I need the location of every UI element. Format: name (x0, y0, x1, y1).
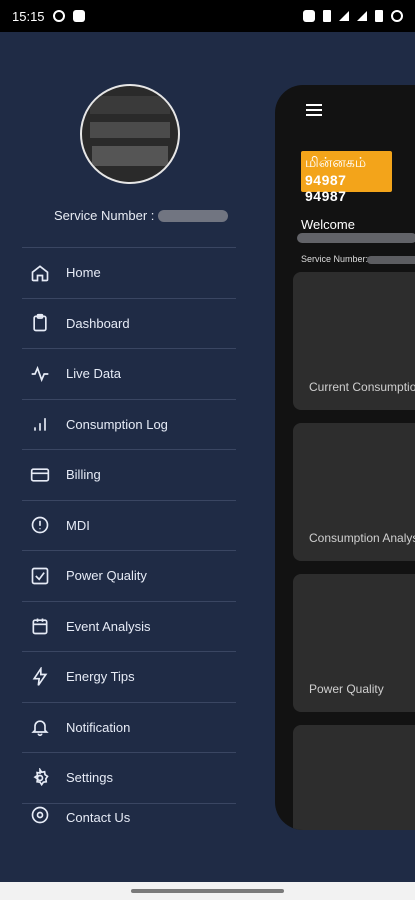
menu-label: Settings (66, 770, 113, 786)
menu-item-mdi[interactable]: MDI (22, 499, 236, 551)
wifi-icon (339, 11, 349, 21)
service-number-redacted-small (367, 256, 415, 264)
menu-label: Energy Tips (66, 669, 135, 685)
menu-icon[interactable] (305, 103, 322, 116)
menu-label: Home (66, 265, 101, 281)
gear-icon (24, 767, 56, 788)
menu-label: Power Quality (66, 568, 147, 584)
user-name-redacted (297, 233, 415, 243)
card-current-consumption[interactable]: Current Consumption (293, 272, 415, 410)
vibrate-icon (323, 10, 331, 22)
image-notification-icon (72, 10, 85, 22)
menu-item-contact-us[interactable]: Contact Us (22, 802, 236, 825)
card-label: Current Consumption (309, 380, 415, 394)
home-icon (24, 263, 56, 283)
battery-icon (375, 10, 383, 22)
clipboard-icon (24, 313, 56, 333)
menu-item-notification[interactable]: Notification (22, 701, 236, 753)
drawer-menu: Home Dashboard Live Data Consumption Log (22, 247, 236, 825)
navigation-drawer: Service Number : Home Dashboard Live Dat… (0, 32, 275, 890)
check-square-icon (24, 566, 56, 586)
menu-item-power-quality[interactable]: Power Quality (22, 550, 236, 601)
brand-logo: மின்னகம் 94987 94987 (301, 151, 392, 204)
card-consumption-analysis[interactable]: Consumption Analysis (293, 423, 415, 561)
main-panel: மின்னகம் 94987 94987 Welcome Service Num… (275, 85, 415, 830)
menu-label: Dashboard (66, 315, 130, 331)
card-label: Power Quality (309, 682, 384, 696)
menu-label: Event Analysis (66, 618, 151, 634)
bolt-icon (24, 666, 56, 687)
menu-item-billing[interactable]: Billing (22, 449, 236, 500)
menu-item-consumption-log[interactable]: Consumption Log (22, 398, 236, 450)
menu-item-energy-tips[interactable]: Energy Tips (22, 651, 236, 702)
alert-circle-icon (24, 515, 56, 535)
app-notification-icon (52, 10, 65, 22)
logo-title: மின்னகம் (305, 154, 367, 170)
menu-item-settings[interactable]: Settings (22, 752, 236, 803)
menu-label: Contact Us (66, 809, 131, 825)
bar-chart-icon (24, 414, 56, 434)
signal-icon (357, 11, 367, 21)
menu-item-home[interactable]: Home (22, 247, 236, 298)
gesture-handle[interactable] (131, 889, 284, 893)
logo-phone: 94987 94987 (305, 172, 347, 204)
card-icon (24, 465, 56, 485)
menu-label: Consumption Log (66, 416, 168, 432)
pulse-icon (24, 364, 56, 384)
card-event[interactable] (293, 725, 415, 830)
menu-label: Billing (66, 467, 101, 483)
menu-label: Live Data (66, 366, 121, 382)
menu-item-live-data[interactable]: Live Data (22, 348, 236, 399)
bell-icon (24, 717, 56, 737)
menu-item-dashboard[interactable]: Dashboard (22, 297, 236, 349)
at-icon (24, 805, 56, 825)
nfc-icon (303, 10, 315, 22)
menu-container: Home Dashboard Live Data Consumption Log (0, 32, 275, 832)
service-number-small: Service Number: (301, 254, 369, 264)
menu-label: MDI (66, 517, 90, 533)
welcome-text: Welcome (301, 217, 355, 232)
status-time: 15:15 (12, 8, 45, 24)
menu-label: Notification (66, 719, 131, 735)
card-label: Consumption Analysis (309, 531, 415, 545)
menu-item-event-analysis[interactable]: Event Analysis (22, 600, 236, 652)
calendar-icon (24, 616, 56, 636)
status-bar: 15:15 (0, 0, 415, 32)
card-power-quality[interactable]: Power Quality (293, 574, 415, 712)
data-saver-icon (391, 10, 403, 22)
